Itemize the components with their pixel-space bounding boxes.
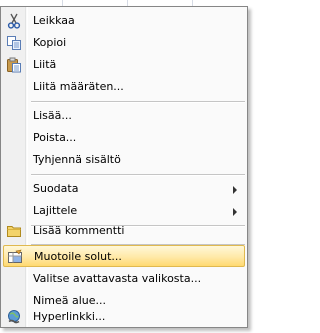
menu-item-sort[interactable]: Lajittele (3, 200, 245, 222)
menu-item-cut[interactable]: Leikkaa (3, 10, 245, 32)
menu-item-label: Muotoile solut... (34, 250, 122, 263)
menu-item-label: Liitä määräten... (33, 80, 124, 93)
menu-item-label: Lajittele (33, 204, 78, 217)
context-menu: Leikkaa Kopioi Liitä Liitä määräten... L… (0, 6, 248, 328)
scissors-icon (5, 12, 23, 30)
menu-item-pick-from-dropdown[interactable]: Valitse avattavasta valikosta... (3, 268, 245, 290)
comment-icon (5, 222, 23, 240)
menu-item-paste[interactable]: Liitä (3, 54, 245, 76)
menu-item-label: Suodata (33, 182, 79, 195)
menu-item-label: Leikkaa (33, 14, 75, 27)
menu-item-label: Poista... (33, 131, 77, 144)
menu-item-label: Lisää kommentti (33, 224, 125, 237)
menu-item-label: Tyhjennä sisältö (33, 153, 121, 166)
menu-item-label: Liitä (33, 58, 57, 71)
menu-item-insert-comment[interactable]: Lisää kommentti (3, 220, 245, 242)
menu-item-filter[interactable]: Suodata (3, 178, 245, 200)
menu-item-label: Valitse avattavasta valikosta... (33, 272, 202, 285)
menu-item-label: Hyperlinkki... (33, 310, 106, 323)
menu-item-insert[interactable]: Lisää... (3, 105, 245, 127)
menu-item-format-cells[interactable]: Muotoile solut... (3, 245, 245, 267)
menu-separator (31, 101, 245, 103)
submenu-arrow-icon (233, 186, 237, 194)
menu-item-paste-special[interactable]: Liitä määräten... (3, 76, 245, 98)
format-cells-icon (6, 248, 24, 266)
menu-item-hyperlink[interactable]: Hyperlinkki... (3, 306, 245, 328)
paste-icon (5, 56, 23, 74)
menu-item-delete[interactable]: Poista... (3, 127, 245, 149)
menu-item-clear-contents[interactable]: Tyhjennä sisältö (3, 149, 245, 171)
hyperlink-icon (5, 308, 23, 326)
menu-item-label: Lisää... (33, 109, 72, 122)
submenu-arrow-icon (233, 208, 237, 216)
copy-icon (5, 34, 23, 52)
menu-item-label: Kopioi (33, 36, 67, 49)
menu-item-copy[interactable]: Kopioi (3, 32, 245, 54)
menu-separator (31, 174, 245, 176)
